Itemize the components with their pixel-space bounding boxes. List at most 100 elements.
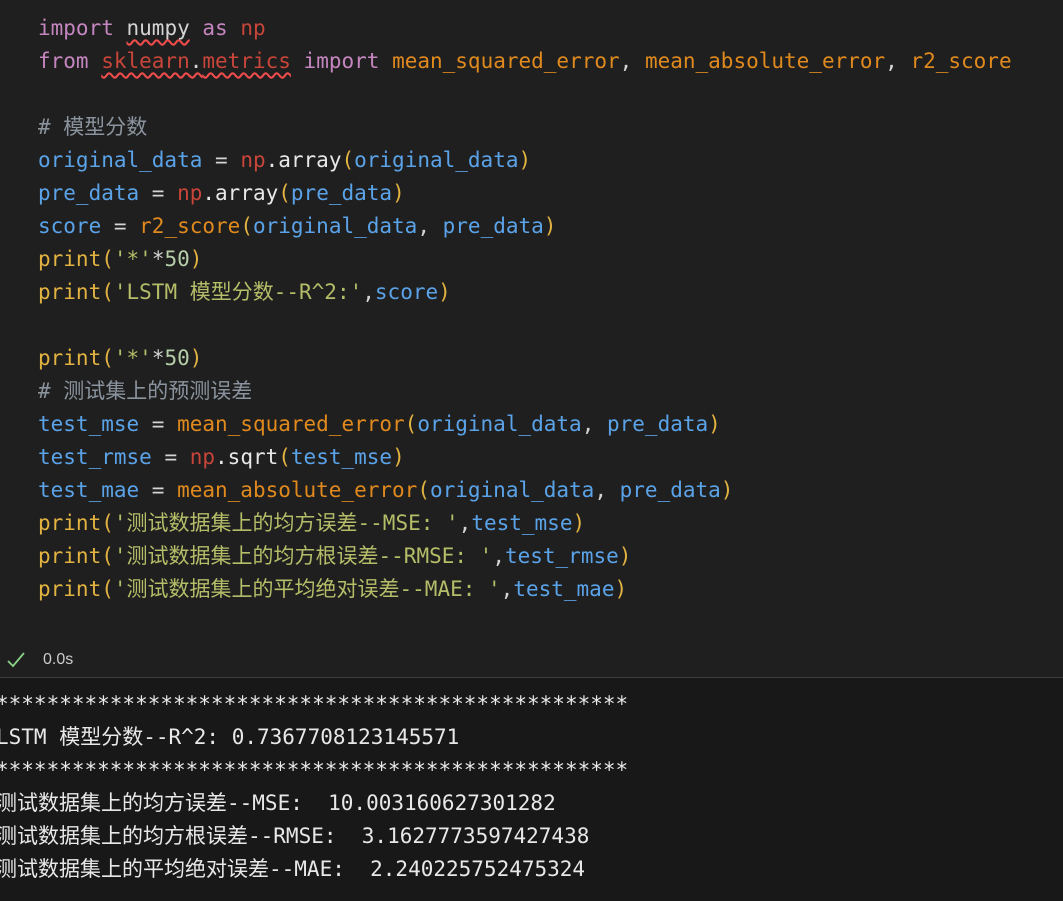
code-token: ( <box>417 478 430 502</box>
code-token: '测试数据集上的均方根误差--RMSE: ' <box>113 544 493 568</box>
code-token: print <box>38 544 102 568</box>
code-token: ( <box>101 346 114 370</box>
code-token: test_mse <box>38 412 140 436</box>
code-token: .array <box>202 181 279 205</box>
code-line: score = r2_score(original_data, pre_data… <box>38 210 556 243</box>
code-token: = <box>139 181 178 205</box>
code-token: print <box>38 346 102 370</box>
code-token: ( <box>101 511 114 535</box>
code-line: # 模型分数 <box>38 111 147 144</box>
code-token: ) <box>572 511 586 535</box>
code-token: test_rmse <box>504 544 619 568</box>
code-token: ( <box>101 247 114 271</box>
code-token: ( <box>278 181 291 205</box>
code-token: 'LSTM 模型分数--R^2:' <box>113 280 363 304</box>
code-line: print('*'*50) <box>38 243 202 276</box>
code-token: print <box>38 577 102 601</box>
code-token: original_data <box>429 478 595 502</box>
code-token: as <box>189 16 241 40</box>
code-token: np <box>189 445 216 469</box>
code-line: print('测试数据集上的均方根误差--RMSE: ',test_rmse) <box>38 540 631 573</box>
code-token: '测试数据集上的均方误差--MSE: ' <box>113 511 459 535</box>
code-token: ( <box>278 445 291 469</box>
code-token: ( <box>404 412 418 436</box>
code-token: .array <box>265 148 342 172</box>
code-token: ( <box>240 214 253 238</box>
code-token: np <box>240 148 266 172</box>
code-token: original_data <box>354 148 519 172</box>
code-token: test_mae <box>38 478 140 502</box>
code-token: . <box>189 49 203 73</box>
code-token: 50 <box>164 247 190 271</box>
code-line: # 测试集上的预测误差 <box>38 375 252 408</box>
output-line: 测试数据集上的平均绝对误差--MAE: 2.240225752475324 <box>0 857 586 881</box>
output-line: ****************************************… <box>0 692 629 716</box>
code-token: metrics <box>202 49 291 73</box>
output-line: LSTM 模型分数--R^2: 0.7367708123145571 <box>0 725 460 749</box>
code-token: , <box>500 577 514 601</box>
code-line: test_rmse = np.sqrt(test_mse) <box>38 441 405 474</box>
code-token: ) <box>392 181 405 205</box>
code-token: mean_absolute_error <box>177 478 418 502</box>
output-line: 测试数据集上的均方误差--MSE: 10.003160627301282 <box>0 791 556 815</box>
code-token: ) <box>189 346 203 370</box>
code-token: ) <box>438 280 451 304</box>
code-token: ) <box>189 247 203 271</box>
code-line: original_data = np.array(original_data) <box>38 144 531 177</box>
code-token: import <box>38 16 114 40</box>
code-token: from <box>38 49 102 73</box>
code-token: * <box>151 247 165 271</box>
code-token: , <box>417 214 443 238</box>
code-token: , <box>619 49 645 73</box>
code-token: ) <box>720 478 734 502</box>
code-token: 50 <box>164 346 190 370</box>
code-token: ) <box>392 445 405 469</box>
code-token: test_rmse <box>38 445 152 469</box>
code-token: np <box>177 181 203 205</box>
code-token: numpy <box>126 16 190 40</box>
output-line: 测试数据集上的均方根误差--RMSE: 3.1627773597427438 <box>0 824 590 848</box>
code-token: ( <box>101 577 114 601</box>
code-token: np <box>240 16 266 40</box>
code-token: , <box>458 511 472 535</box>
code-token: mean_squared_error <box>177 412 405 436</box>
code-token: ) <box>708 412 721 436</box>
code-token: original_data <box>38 148 203 172</box>
check-icon <box>6 650 26 670</box>
code-token: ) <box>614 577 628 601</box>
code-token: '*' <box>113 346 152 370</box>
code-token: test_mae <box>513 577 615 601</box>
code-token: mean_absolute_error <box>644 49 886 73</box>
code-line: print('LSTM 模型分数--R^2:',score) <box>38 276 451 309</box>
code-line: print('测试数据集上的均方误差--MSE: ',test_mse) <box>38 507 585 540</box>
code-line: from sklearn.metrics import mean_squared… <box>38 45 1012 78</box>
code-token: pre_data <box>607 412 709 436</box>
code-token: = <box>101 214 140 238</box>
code-token: , <box>594 478 620 502</box>
code-line: test_mae = mean_absolute_error(original_… <box>38 474 733 507</box>
code-token: pre_data <box>38 181 140 205</box>
code-token: test_mse <box>290 445 393 469</box>
code-token: , <box>362 280 375 304</box>
code-token: sklearn <box>101 49 190 73</box>
code-token: mean_squared_error <box>392 49 620 73</box>
code-token: ( <box>101 280 114 304</box>
code-token: print <box>38 280 102 304</box>
code-token: = <box>139 478 178 502</box>
code-token: ) <box>618 544 632 568</box>
code-line: import numpy as np <box>38 12 266 45</box>
code-token: = <box>202 148 241 172</box>
code-token: print <box>38 247 102 271</box>
code-token: r2_score <box>910 49 1012 73</box>
code-editor[interactable]: import numpy as np from sklearn.metrics i… <box>0 0 1063 636</box>
code-token: = <box>151 445 190 469</box>
code-line: print('测试数据集上的平均绝对误差--MAE: ',test_mae) <box>38 573 627 606</box>
code-token: '测试数据集上的平均绝对误差--MAE: ' <box>113 577 501 601</box>
code-line: test_mse = mean_squared_error(original_d… <box>38 408 721 441</box>
code-token: .sqrt <box>215 445 279 469</box>
cell-status-bar: 0.0s <box>0 644 1063 677</box>
code-token: '*' <box>113 247 152 271</box>
code-token: import <box>290 49 393 73</box>
output-line: ****************************************… <box>0 758 629 782</box>
